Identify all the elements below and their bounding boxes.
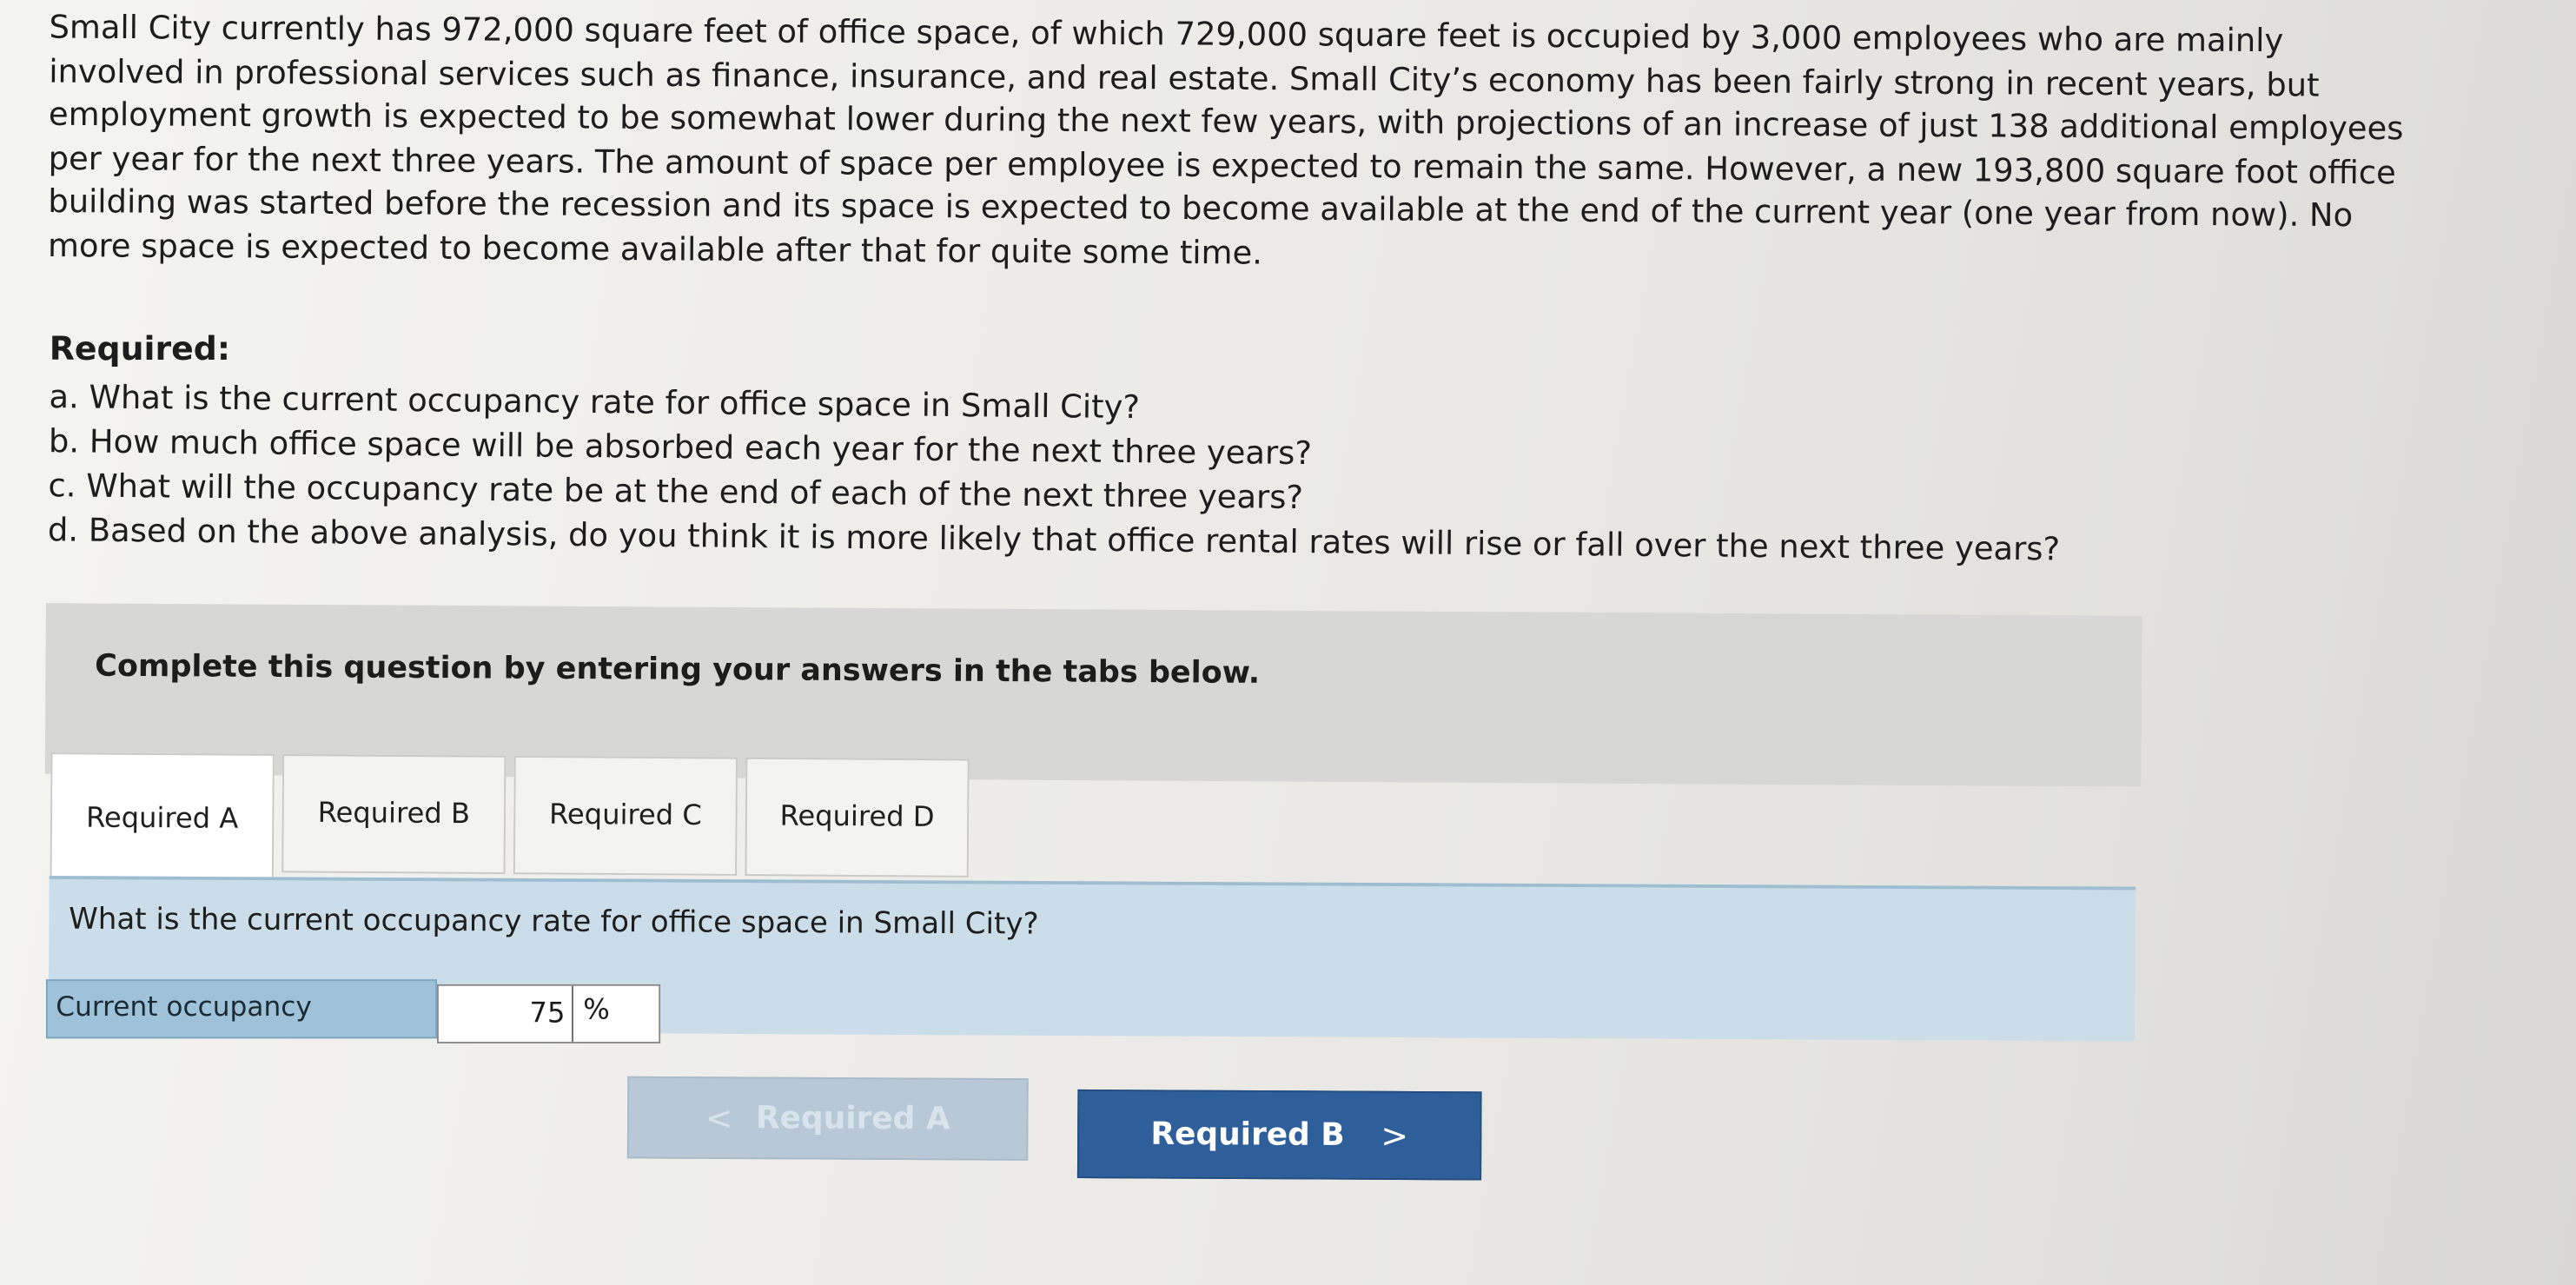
chevron-right-icon: > bbox=[1381, 1116, 1409, 1156]
tab-required-a[interactable]: Required A bbox=[50, 752, 275, 883]
current-occupancy-label: Current occupancy bbox=[45, 979, 437, 1039]
next-button-label: Required B bbox=[1150, 1116, 1345, 1154]
percent-unit: % bbox=[583, 994, 610, 1028]
required-tabs: Required A Required B Required C Require… bbox=[50, 752, 988, 891]
panel-question-text: What is the current occupancy rate for o… bbox=[69, 902, 1039, 943]
previous-required-a-button[interactable]: < Required A bbox=[626, 1076, 1029, 1161]
problem-statement: Small City currently has 972,000 square … bbox=[47, 8, 2404, 272]
panel-divider bbox=[49, 876, 2136, 891]
tab-required-b[interactable]: Required B bbox=[281, 754, 507, 875]
next-required-b-button[interactable]: Required B > bbox=[1076, 1089, 1482, 1181]
instructions-text: Complete this question by entering your … bbox=[95, 649, 1261, 692]
screen-stage: Small City currently has 972,000 square … bbox=[0, 0, 2576, 1285]
required-heading: Required: bbox=[49, 328, 230, 368]
tab-required-c[interactable]: Required C bbox=[513, 755, 738, 876]
answer-row: Current occupancy % bbox=[45, 979, 661, 1045]
answer-input-box: % bbox=[436, 984, 661, 1043]
chevron-left-icon: < bbox=[705, 1097, 733, 1138]
previous-button-label: Required A bbox=[755, 1100, 950, 1137]
current-occupancy-input[interactable] bbox=[438, 985, 573, 1043]
required-question-list: a. What is the current occupancy rate fo… bbox=[48, 374, 2218, 573]
tab-required-d[interactable]: Required D bbox=[745, 757, 970, 878]
